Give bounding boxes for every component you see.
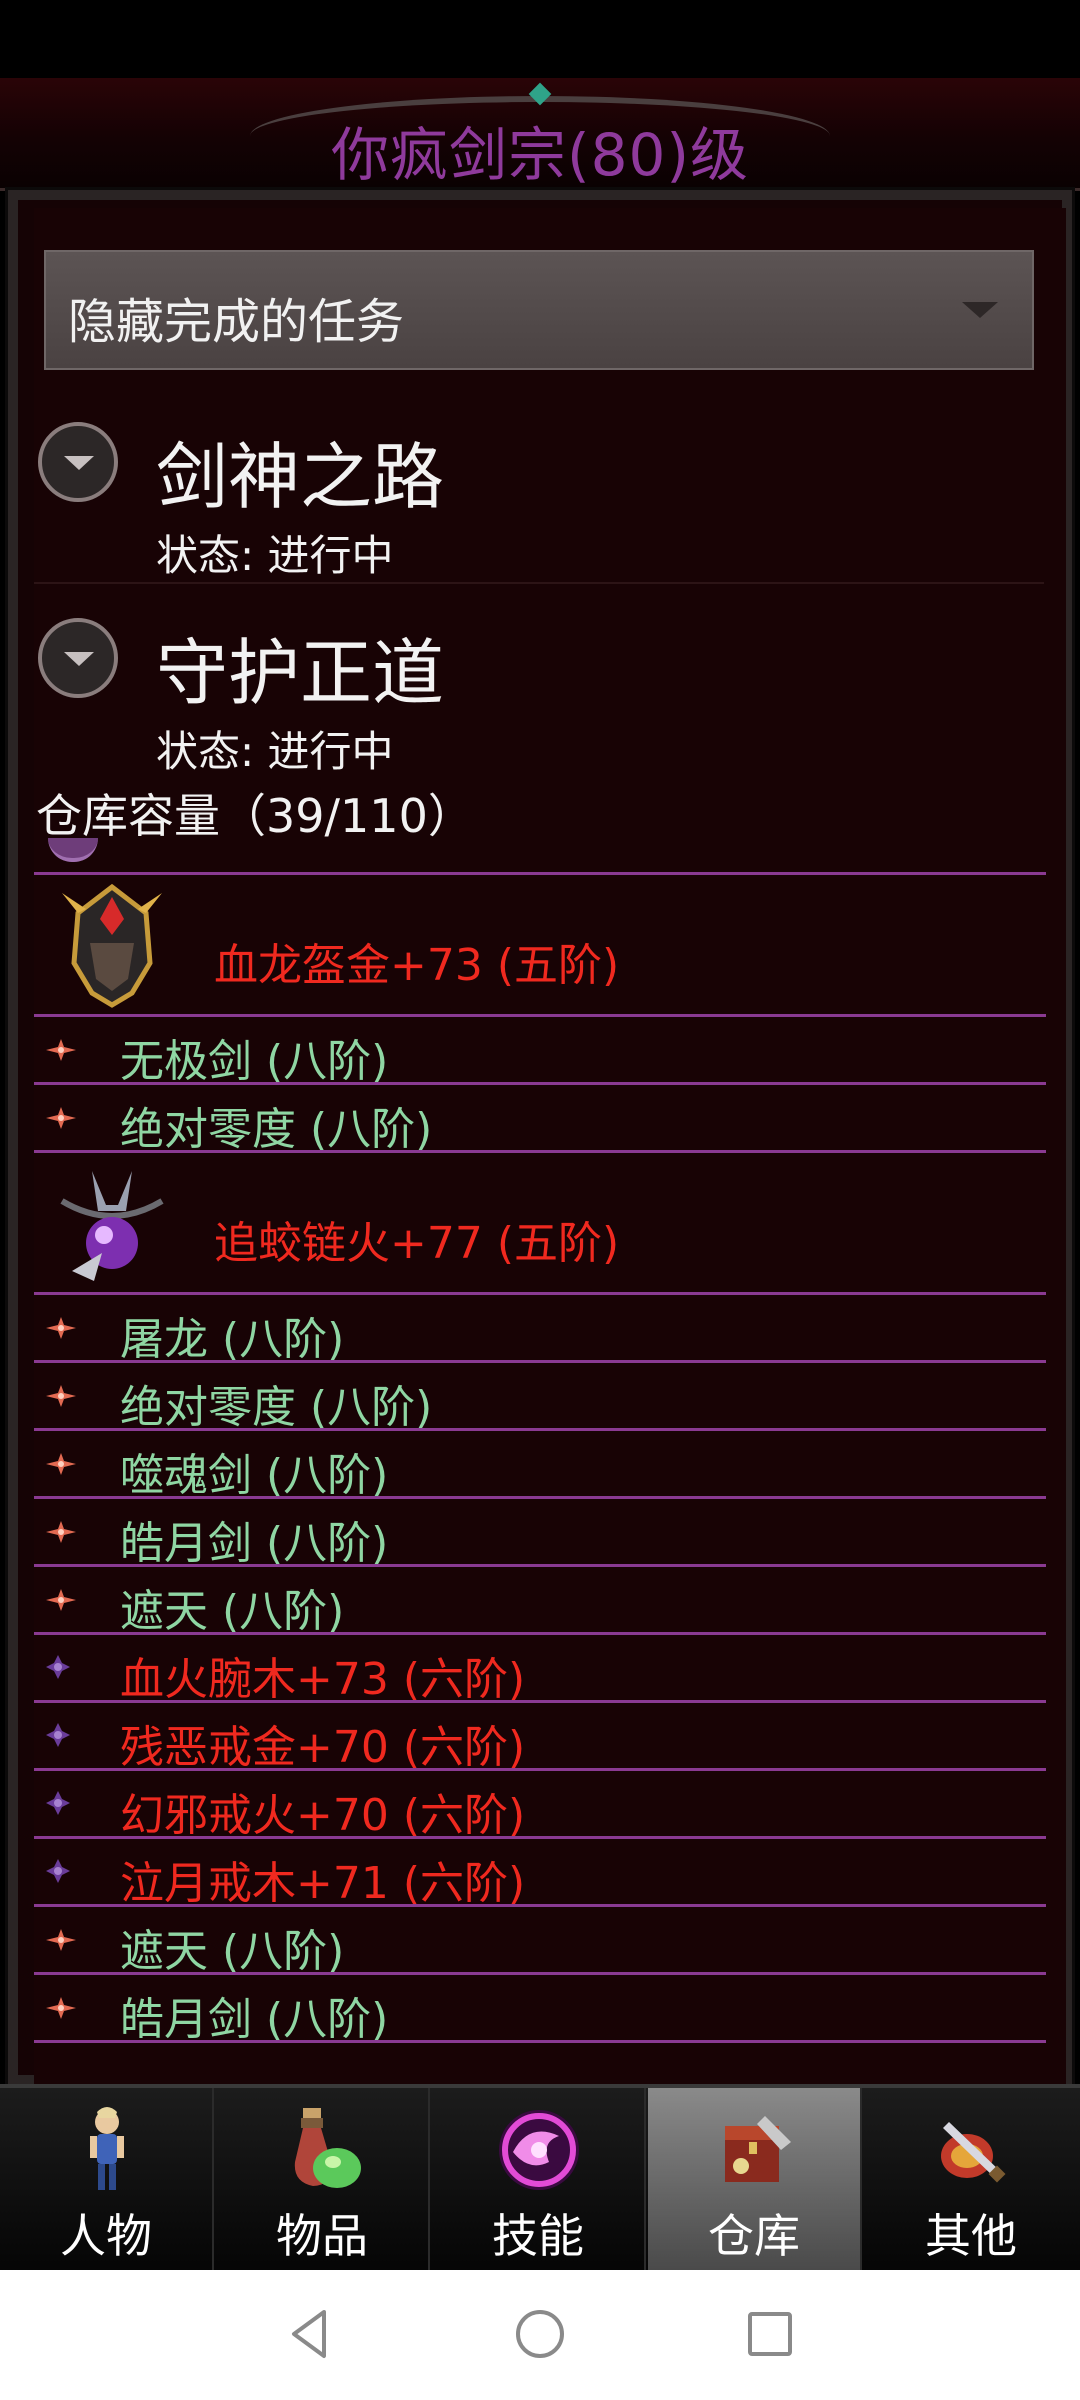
warehouse-item[interactable]: 血火腕木+73 (六阶) xyxy=(34,1635,1046,1705)
tab-label: 人物 xyxy=(60,2209,152,2263)
purple-gem-icon xyxy=(46,1655,70,1679)
helmet-icon xyxy=(62,883,162,1008)
spark-icon xyxy=(46,1385,76,1407)
chest-icon xyxy=(725,2116,791,2182)
tab-character[interactable]: 人物 xyxy=(0,2088,214,2270)
quest-item[interactable]: 剑神之路 状态: 进行中 xyxy=(34,418,1044,584)
item-name: 残恶戒金+70 (六阶) xyxy=(120,1722,526,1773)
tab-label: 物品 xyxy=(276,2209,368,2263)
quest-item[interactable]: 守护正道 状态: 进行中 xyxy=(34,614,1044,776)
warehouse-item[interactable]: 残恶戒金+70 (六阶) xyxy=(34,1703,1046,1773)
purple-gem-icon xyxy=(46,1791,70,1815)
tab-items[interactable]: 物品 xyxy=(216,2088,430,2270)
item-name: 遮天 (八阶) xyxy=(120,1586,345,1637)
warehouse-item[interactable]: 绝对零度 (八阶) xyxy=(34,1363,1046,1433)
warehouse-item[interactable]: 屠龙 (八阶) xyxy=(34,1295,1046,1365)
bottom-tab-bar: 人物 物品 技能 仓库 其他 xyxy=(0,2084,1080,2274)
quest-status: 状态: 进行中 xyxy=(156,727,394,776)
spark-icon xyxy=(46,1929,76,1951)
purple-gem-icon xyxy=(46,1859,70,1883)
tab-skills[interactable]: 技能 xyxy=(432,2088,646,2270)
app-root: 你疯剑宗(80)级 隐藏完成的任务 剑神之路 状态: 进行中 守护正道 状态: … xyxy=(0,0,1080,2400)
tab-label: 仓库 xyxy=(708,2209,800,2263)
item-name: 无极剑 (八阶) xyxy=(120,1036,389,1087)
spark-icon xyxy=(46,1589,76,1611)
expand-toggle-icon[interactable] xyxy=(38,618,118,698)
chevron-down-icon xyxy=(962,302,998,318)
spark-icon xyxy=(46,1317,76,1339)
warehouse-item[interactable]: 皓月剑 (八阶) xyxy=(34,1499,1046,1569)
item-name: 噬魂剑 (八阶) xyxy=(120,1450,389,1501)
item-name: 遮天 (八阶) xyxy=(120,1926,345,1977)
tab-label: 技能 xyxy=(492,2209,584,2263)
tab-other[interactable]: 其他 xyxy=(864,2088,1078,2270)
item-name: 泣月戒木+71 (六阶) xyxy=(120,1858,526,1909)
warehouse-item[interactable]: 噬魂剑 (八阶) xyxy=(34,1431,1046,1501)
spark-icon xyxy=(46,1521,76,1543)
warehouse-item[interactable]: 遮天 (八阶) xyxy=(34,1567,1046,1637)
item-name: 追蛟链火+77 (五阶) xyxy=(214,1218,620,1269)
quest-title: 剑神之路 xyxy=(156,435,445,519)
item-name: 皓月剑 (八阶) xyxy=(120,1518,389,1569)
item-name: 屠龙 (八阶) xyxy=(120,1314,345,1365)
skill-orb-icon xyxy=(499,2110,579,2190)
quest-filter-dropdown[interactable]: 隐藏完成的任务 xyxy=(44,250,1034,370)
item-name: 血龙盔金+73 (五阶) xyxy=(214,940,620,991)
tab-label: 其他 xyxy=(925,2209,1017,2263)
warehouse-item[interactable]: 无极剑 (八阶) xyxy=(34,1017,1046,1087)
item-name: 绝对零度 (八阶) xyxy=(120,1104,433,1155)
item-divider xyxy=(34,2040,1046,2043)
quest-filter-label: 隐藏完成的任务 xyxy=(68,294,405,350)
recents-icon[interactable] xyxy=(740,2304,800,2364)
sword-shield-icon xyxy=(941,2122,1006,2183)
warehouse-item[interactable]: 血龙盔金+73 (五阶) xyxy=(34,875,1046,1014)
spark-icon xyxy=(46,1107,76,1129)
item-name: 绝对零度 (八阶) xyxy=(120,1382,433,1433)
purple-gem-icon xyxy=(46,1723,70,1747)
warehouse-item[interactable]: 幻邪戒火+70 (六阶) xyxy=(34,1771,1046,1841)
quest-status: 状态: 进行中 xyxy=(156,531,394,580)
item-name: 血火腕木+73 (六阶) xyxy=(120,1654,526,1705)
quest-title: 守护正道 xyxy=(156,631,445,715)
warehouse-item[interactable]: 泣月戒木+71 (六阶) xyxy=(34,1839,1046,1909)
home-icon[interactable] xyxy=(510,2304,570,2364)
page-title: 你疯剑宗(80)级 xyxy=(330,121,750,189)
item-name: 皓月剑 (八阶) xyxy=(120,1994,389,2045)
expand-toggle-icon[interactable] xyxy=(38,422,118,502)
divider xyxy=(34,582,1044,584)
item-name: 幻邪戒火+70 (六阶) xyxy=(120,1790,526,1841)
spark-icon xyxy=(46,1997,76,2019)
amulet-icon xyxy=(60,1171,164,1281)
warehouse-capacity: 仓库容量（39/110） xyxy=(36,789,474,843)
character-icon xyxy=(90,2107,124,2190)
spark-icon xyxy=(46,1039,76,1061)
tab-warehouse[interactable]: 仓库 xyxy=(648,2088,862,2270)
potion-icon xyxy=(294,2108,361,2188)
system-navigation-bar xyxy=(0,2270,1080,2400)
spark-icon xyxy=(46,1453,76,1475)
back-icon[interactable] xyxy=(280,2304,340,2364)
warehouse-item[interactable]: 皓月剑 (八阶) xyxy=(34,1975,1046,2045)
warehouse-item[interactable]: 追蛟链火+77 (五阶) xyxy=(34,1153,1046,1292)
warehouse-item[interactable]: 遮天 (八阶) xyxy=(34,1907,1046,1977)
warehouse-item[interactable]: 绝对零度 (八阶) xyxy=(34,1085,1046,1155)
